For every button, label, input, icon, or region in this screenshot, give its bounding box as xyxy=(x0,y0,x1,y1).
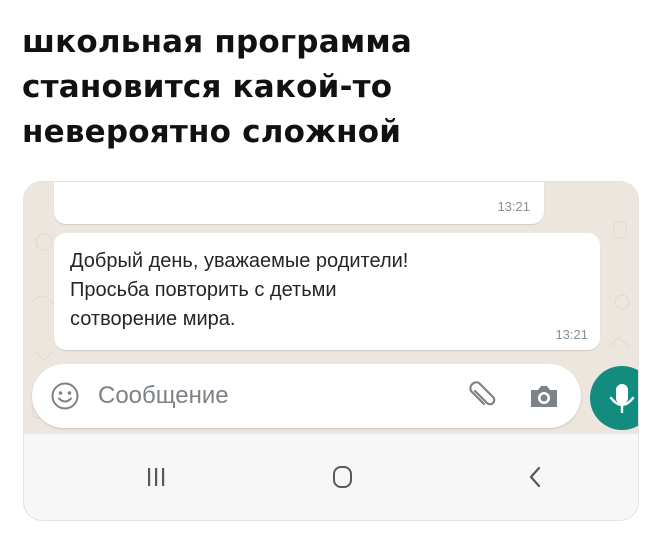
microphone-icon xyxy=(609,384,635,413)
system-navigation-bar xyxy=(24,434,638,520)
caption-line-2: становится какой-то xyxy=(22,69,393,105)
message-bubble[interactable]: Добрый день, уважаемые родители! Просьба… xyxy=(54,233,600,350)
message-input[interactable]: Сообщение xyxy=(98,382,229,410)
chat-background: 13:21 Добрый день, уважаемые родители! П… xyxy=(24,182,638,434)
home-icon[interactable] xyxy=(320,459,364,495)
camera-icon[interactable] xyxy=(527,381,561,411)
meme-caption: школьная программа становится какой-то н… xyxy=(22,20,642,155)
message-text: Добрый день, уважаемые родители! Просьба… xyxy=(70,247,550,334)
paperclip-icon[interactable] xyxy=(465,379,499,413)
message-line-2: Просьба повторить с детьми xyxy=(70,279,337,301)
page: школьная программа становится какой-то н… xyxy=(0,0,665,550)
previous-message-time: 13:21 xyxy=(497,199,530,214)
message-input-bar[interactable]: Сообщение xyxy=(32,364,581,428)
message-line-1: Добрый день, уважаемые родители! xyxy=(70,250,409,272)
message-time: 13:21 xyxy=(555,327,588,342)
previous-message-bubble[interactable]: 13:21 xyxy=(54,182,544,224)
emoji-icon[interactable] xyxy=(50,381,80,411)
caption-line-3: невероятно сложной xyxy=(22,114,402,150)
back-icon[interactable] xyxy=(514,459,558,495)
caption-line-1: школьная программа xyxy=(22,24,413,60)
message-line-3: сотворение мира. xyxy=(70,308,236,330)
recent-apps-icon[interactable] xyxy=(134,459,178,495)
messenger-screenshot: 13:21 Добрый день, уважаемые родители! П… xyxy=(24,182,638,520)
